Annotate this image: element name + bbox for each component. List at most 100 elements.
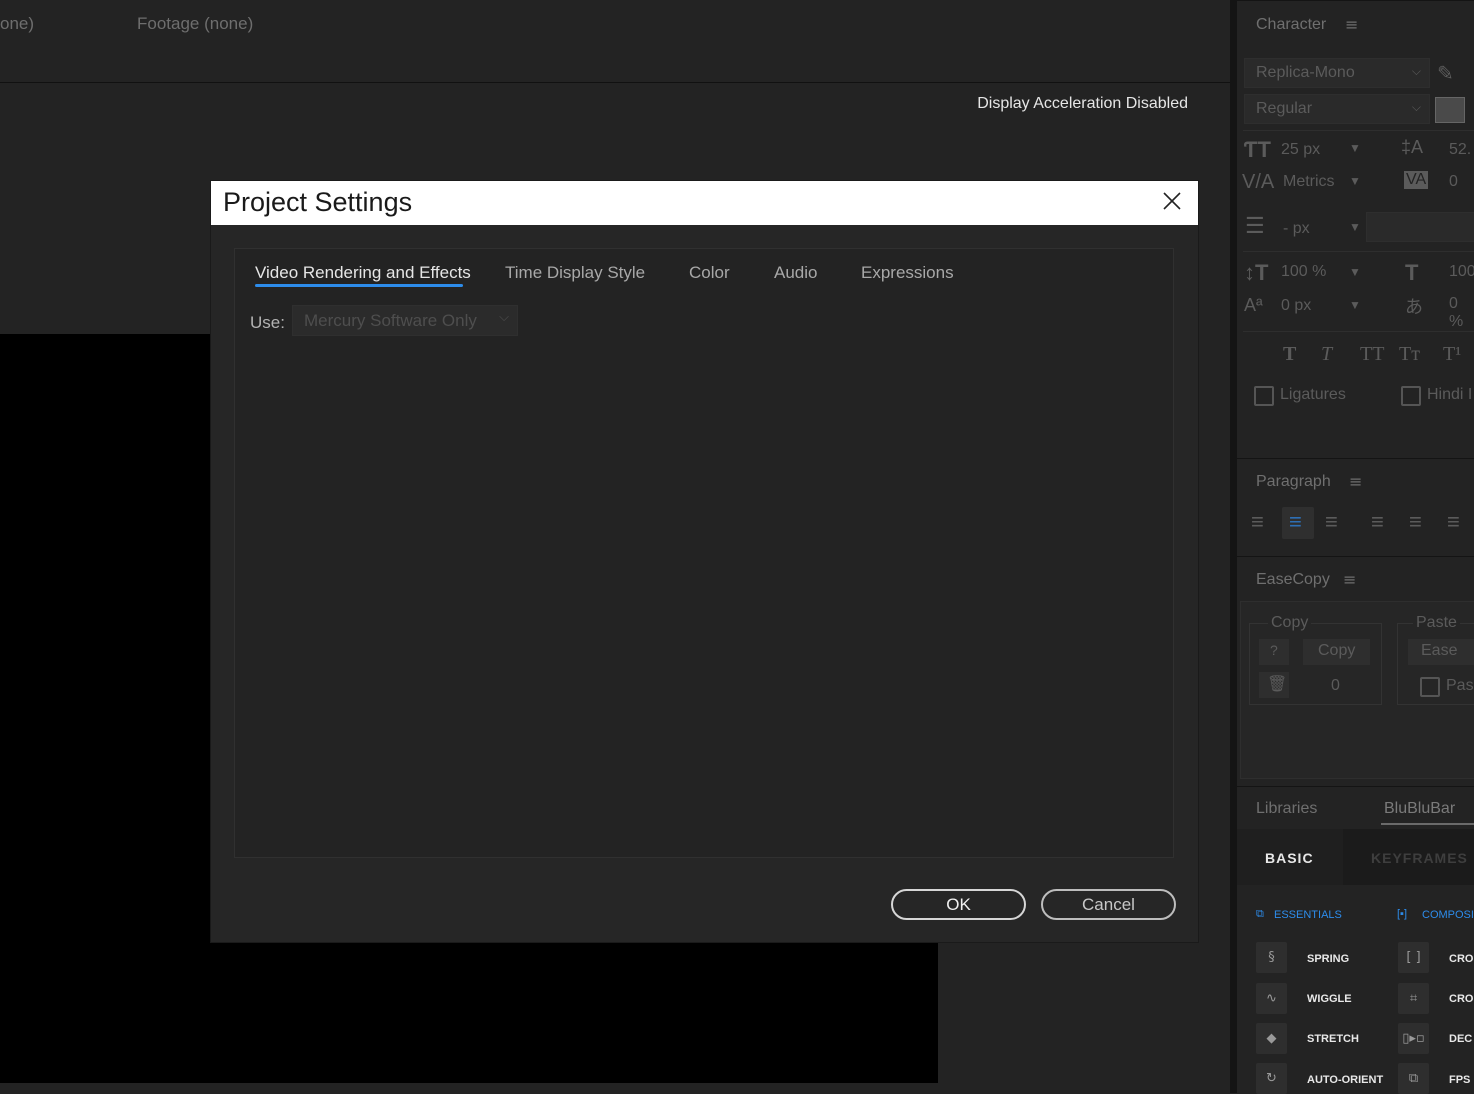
align-left-icon[interactable]: ≡: [1251, 509, 1264, 535]
font-style-select[interactable]: Regular ⌵: [1244, 94, 1430, 124]
baseline-shift-value[interactable]: 0 px: [1281, 297, 1311, 315]
section-composition[interactable]: COMPOSI: [1422, 909, 1474, 921]
chevron-down-icon: ⌵: [499, 309, 509, 324]
tab-keyframes[interactable]: KEYFRAMES: [1343, 829, 1474, 885]
composition-icon: [▪]: [1397, 908, 1408, 920]
tsume-value[interactable]: 0 %: [1449, 295, 1474, 331]
tab-basic-label: BASIC: [1265, 850, 1314, 866]
section-essentials[interactable]: ESSENTIALS: [1274, 909, 1342, 921]
stroke-width-icon: ☰: [1245, 213, 1265, 238]
panel-menu-icon[interactable]: ≡: [1345, 15, 1358, 34]
crop-button[interactable]: CRO: [1449, 953, 1473, 965]
hindi-digits-checkbox[interactable]: [1401, 386, 1421, 406]
crop-icon[interactable]: ⌗: [1398, 983, 1429, 1014]
kerning-value[interactable]: Metrics: [1283, 173, 1335, 191]
font-family-value: Replica-Mono: [1256, 64, 1355, 81]
tab-expressions[interactable]: Expressions: [861, 263, 954, 283]
wiggle-icon[interactable]: ∿: [1256, 983, 1287, 1014]
tab-libraries[interactable]: Libraries: [1256, 800, 1317, 818]
panel-menu-icon[interactable]: ≡: [1343, 570, 1356, 589]
superscript-icon[interactable]: T¹: [1443, 343, 1461, 366]
tab-indicator: [1381, 823, 1474, 825]
tab-color[interactable]: Color: [689, 263, 730, 283]
tab-video-rendering[interactable]: Video Rendering and Effects: [255, 263, 471, 283]
use-label: Use:: [250, 313, 285, 332]
justify-center-icon[interactable]: ≡: [1409, 509, 1422, 535]
panel-menu-icon[interactable]: ≡: [1349, 472, 1362, 491]
faux-bold-icon[interactable]: T: [1283, 343, 1296, 366]
fps-icon[interactable]: ⧉: [1398, 1063, 1429, 1094]
cancel-button[interactable]: Cancel: [1041, 889, 1176, 920]
paste-option-label: Pas: [1446, 677, 1474, 694]
stretch-button[interactable]: STRETCH: [1307, 1033, 1359, 1045]
kerning-icon: V/A: [1242, 171, 1275, 193]
hindi-digits-label: Hindi I: [1427, 386, 1473, 403]
dropdown-arrow-icon[interactable]: ▼: [1349, 141, 1361, 155]
eyedropper-icon[interactable]: ✎: [1437, 61, 1454, 86]
fill-stroke-swatch-icon[interactable]: [1435, 97, 1465, 123]
small-caps-icon[interactable]: Tт: [1399, 343, 1420, 366]
crop-brackets-icon[interactable]: [ ]: [1398, 942, 1429, 973]
decompose-button[interactable]: DEC: [1449, 1033, 1472, 1045]
tab-time-display-style[interactable]: Time Display Style: [505, 263, 645, 283]
auto-orient-button[interactable]: AUTO-ORIENT: [1307, 1074, 1383, 1086]
dropdown-arrow-icon[interactable]: ▼: [1349, 220, 1361, 234]
horizontal-scale-value[interactable]: 100: [1449, 263, 1474, 281]
auto-orient-icon[interactable]: ↻: [1256, 1063, 1287, 1094]
tab-blublubar[interactable]: BluBluBar: [1384, 800, 1455, 818]
justify-right-icon[interactable]: ≡: [1447, 509, 1460, 535]
paste-option-checkbox[interactable]: [1420, 677, 1440, 697]
all-caps-icon[interactable]: TT: [1360, 343, 1384, 366]
horizontal-scale-icon: T: [1405, 260, 1419, 285]
spring-button[interactable]: SPRING: [1307, 953, 1349, 965]
ease-button[interactable]: Ease: [1408, 639, 1474, 665]
ok-button[interactable]: OK: [891, 889, 1026, 920]
dialog-titlebar: Project Settings: [211, 181, 1198, 225]
font-family-select[interactable]: Replica-Mono ⌵: [1244, 58, 1430, 88]
font-size-icon: ƬT: [1244, 137, 1271, 162]
copy-button[interactable]: Copy: [1303, 639, 1370, 665]
tab-keyframes-label: KEYFRAMES: [1371, 850, 1468, 866]
faux-italic-icon[interactable]: T: [1321, 343, 1332, 366]
justify-left-icon[interactable]: ≡: [1371, 509, 1384, 535]
fps-button[interactable]: FPS: [1449, 1074, 1470, 1086]
spring-icon[interactable]: §: [1256, 942, 1287, 973]
renderer-select[interactable]: Mercury Software Only ⌵: [292, 305, 518, 336]
decompose-icon[interactable]: ▯▸▫: [1398, 1023, 1429, 1054]
wiggle-button[interactable]: WIGGLE: [1307, 993, 1352, 1005]
dropdown-arrow-icon[interactable]: ▼: [1349, 265, 1361, 279]
stretch-icon[interactable]: ◆: [1256, 1023, 1287, 1054]
leading-value[interactable]: 52.: [1449, 141, 1471, 159]
close-icon[interactable]: [1160, 189, 1184, 213]
chevron-down-icon: ⌵: [1411, 64, 1421, 78]
font-size-value[interactable]: 25 px: [1281, 141, 1320, 159]
align-center-button[interactable]: ≡: [1282, 507, 1314, 539]
tracking-icon: VA: [1404, 171, 1429, 189]
baseline-shift-icon: Aª: [1244, 295, 1263, 315]
trash-icon: 🗑: [1267, 676, 1288, 693]
footage-tab[interactable]: Footage (none): [137, 14, 253, 34]
paragraph-panel-title: Paragraph: [1256, 473, 1331, 490]
vertical-scale-value[interactable]: 100 %: [1281, 263, 1326, 281]
tsume-icon: あ: [1405, 297, 1423, 317]
renderer-value: Mercury Software Only: [304, 311, 477, 330]
chevron-down-icon: ⌵: [1411, 100, 1421, 114]
crop-to-layer-button[interactable]: CRO: [1449, 993, 1473, 1005]
dropdown-arrow-icon[interactable]: ▼: [1349, 298, 1361, 312]
stroke-type-select[interactable]: [1366, 212, 1474, 242]
composition-tab-fragment[interactable]: one): [0, 14, 34, 34]
help-button[interactable]: ?: [1259, 639, 1289, 665]
tab-basic[interactable]: BASIC: [1237, 829, 1343, 885]
ligatures-label: Ligatures: [1280, 386, 1346, 403]
clear-button[interactable]: 🗑: [1259, 672, 1289, 698]
easecopy-panel: EaseCopy ≡ Copy Paste ? Copy 🗑 0 Ease Pa…: [1237, 556, 1474, 780]
tab-audio[interactable]: Audio: [774, 263, 817, 283]
ligatures-checkbox[interactable]: [1254, 386, 1274, 406]
dropdown-arrow-icon[interactable]: ▼: [1349, 174, 1361, 188]
dialog-content-panel: Video Rendering and Effects Time Display…: [234, 248, 1174, 858]
align-right-icon[interactable]: ≡: [1325, 509, 1338, 535]
panel-divider[interactable]: [1230, 0, 1237, 1093]
tracking-value[interactable]: 0: [1449, 173, 1458, 191]
divider: [1243, 130, 1474, 131]
stroke-width-value[interactable]: - px: [1283, 220, 1310, 238]
